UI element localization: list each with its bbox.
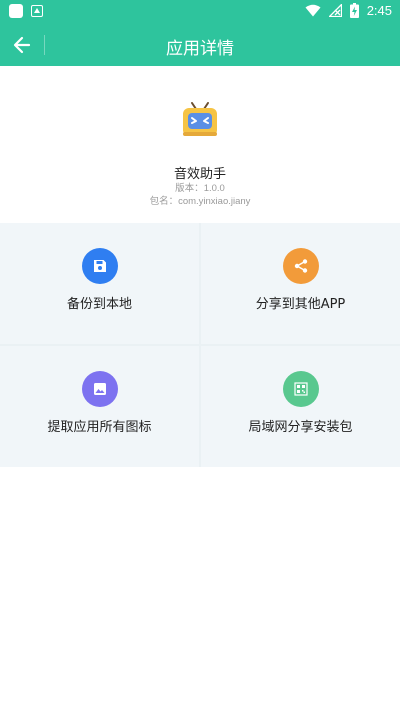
lan-share-label: 局域网分享安装包 [248, 420, 353, 435]
backup-local-button[interactable]: 备份到本地 [0, 223, 199, 344]
status-bar: 2:45 [0, 0, 400, 24]
battery-charging-icon [349, 3, 359, 18]
extract-icons-label: 提取应用所有图标 [47, 420, 152, 435]
image-icon [93, 383, 106, 395]
no-signal-icon [328, 4, 342, 17]
status-left [9, 4, 43, 18]
share-icon [294, 259, 307, 273]
image-icon-circle [81, 371, 118, 407]
app-info-panel: 音效助手 版本：1.0.0 包名：com.yinxiao.jiany [0, 66, 400, 223]
package-value: com.yinxiao.jiany [178, 196, 251, 207]
lan-share-button[interactable]: 局域网分享安装包 [201, 346, 400, 467]
share-app-button[interactable]: 分享到其他APP [201, 223, 400, 344]
save-icon-circle [81, 248, 118, 284]
share-icon-circle [282, 248, 319, 284]
save-icon [93, 260, 106, 272]
package-label: 包名： [149, 196, 179, 207]
page-title: 应用详情 [166, 39, 234, 59]
app-notification-icon [9, 4, 23, 18]
tv-robot-logo-icon [183, 102, 217, 136]
app-version: 版本：1.0.0 [0, 180, 400, 194]
store-notification-icon [31, 5, 43, 17]
status-right: 2:45 [305, 3, 392, 18]
extract-icons-button[interactable]: 提取应用所有图标 [0, 346, 199, 467]
app-package: 包名：com.yinxiao.jiany [0, 193, 400, 207]
action-grid: 备份到本地 分享到其他APP 提取应用所有图标 局域网分享安装包 [0, 223, 400, 467]
app-bar: 应用详情 [0, 24, 400, 66]
share-app-label: 分享到其他APP [255, 297, 346, 312]
wifi-icon [305, 4, 321, 17]
status-time: 2:45 [366, 3, 392, 18]
qr-code-icon-circle [282, 371, 319, 407]
qr-code-icon [293, 382, 308, 396]
backup-local-label: 备份到本地 [66, 297, 132, 312]
